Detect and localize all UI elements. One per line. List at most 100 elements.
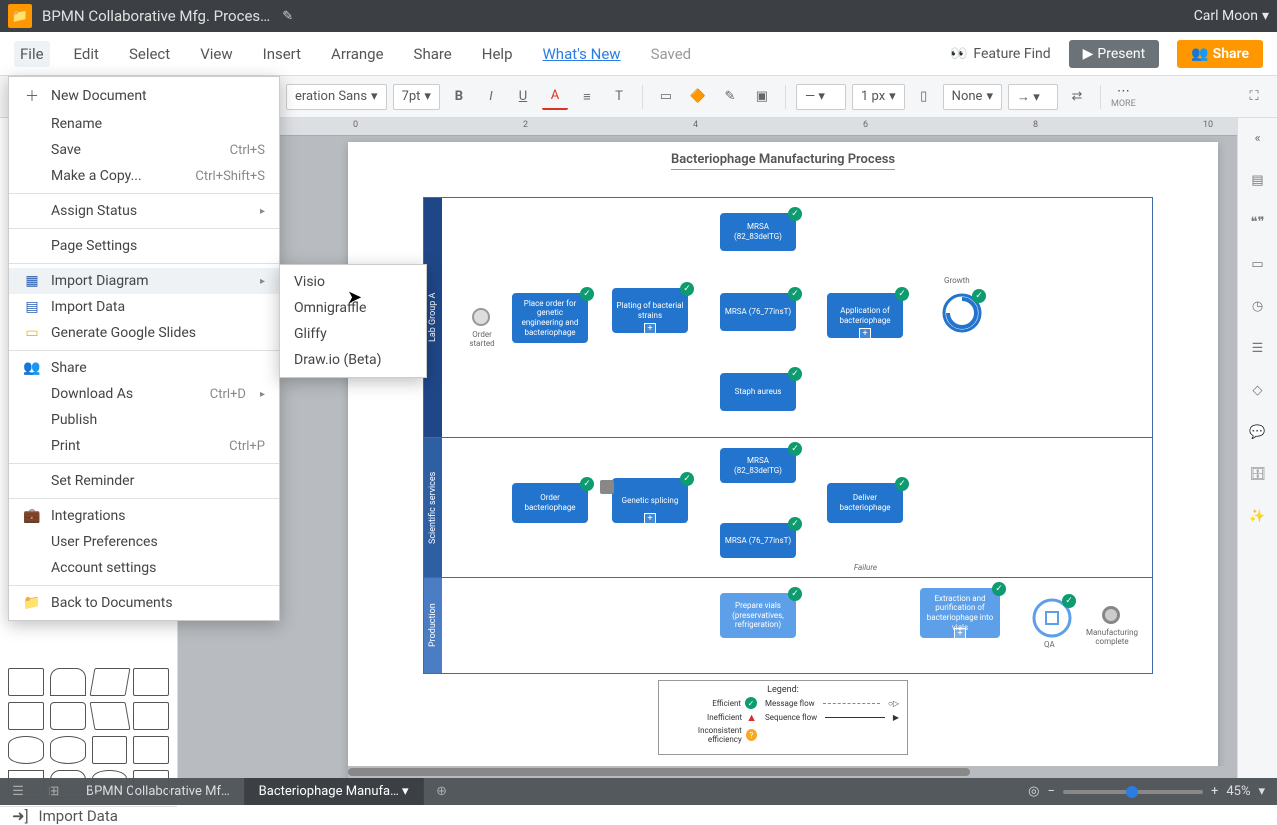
page-tab-2[interactable]: Bacteriophage Manufa… ▾ — [245, 778, 424, 805]
menu-save[interactable]: SaveCtrl+S — [9, 137, 279, 163]
line-options-button[interactable]: ▯ — [911, 84, 937, 110]
zoom-slider[interactable] — [1063, 790, 1203, 794]
menu-user-prefs[interactable]: User Preferences — [9, 529, 279, 555]
line-color-button[interactable]: ✎ — [717, 84, 743, 110]
menu-import-diagram[interactable]: ▦Import Diagram▸ — [9, 268, 279, 294]
layers-icon[interactable]: ☰ — [1246, 336, 1270, 360]
chat-icon[interactable]: 💬 — [1246, 420, 1270, 444]
text-options-button[interactable]: T — [606, 84, 632, 110]
task-mrsa-1[interactable]: MRSA (82_83delTG)✓ — [720, 213, 796, 251]
annotation-icon[interactable] — [600, 480, 614, 494]
task-staph[interactable]: Staph aureus✓ — [720, 373, 796, 411]
menu-make-copy[interactable]: Make a Copy...Ctrl+Shift+S — [9, 163, 279, 189]
swap-ends-button[interactable]: ⇄ — [1064, 84, 1090, 110]
task-application[interactable]: Application of bacteriophage+✓ — [827, 293, 903, 338]
user-menu[interactable]: Carl Moon ▾ — [1194, 8, 1269, 24]
shape-thumb[interactable] — [50, 668, 86, 696]
menu-edit[interactable]: Edit — [68, 41, 105, 67]
collapse-icon[interactable]: « — [1246, 126, 1270, 150]
menu-download-as[interactable]: Download AsCtrl+D▸ — [9, 381, 279, 407]
italic-button[interactable]: I — [478, 84, 504, 110]
task-extraction[interactable]: Extraction and purification of bacteriop… — [920, 588, 1000, 638]
arrow-start-selector[interactable]: None ▾ — [943, 84, 1002, 110]
growth-event[interactable]: ✓ — [942, 293, 982, 333]
shape-thumb[interactable] — [50, 702, 86, 730]
shape-thumb[interactable] — [8, 668, 44, 696]
start-event[interactable] — [472, 308, 490, 326]
menu-integrations[interactable]: 💼Integrations — [9, 503, 279, 529]
shape-style-button[interactable]: ▭ — [653, 84, 679, 110]
menu-page-settings[interactable]: Page Settings — [9, 233, 279, 259]
share-button[interactable]: 👥 Share — [1177, 40, 1263, 68]
menu-view[interactable]: View — [194, 41, 238, 67]
menu-import-data[interactable]: ▤Import Data — [9, 294, 279, 320]
task-mrsa-3[interactable]: MRSA (82_83delTG)✓ — [720, 448, 796, 483]
menu-insert[interactable]: Insert — [257, 41, 307, 67]
shape-thumb[interactable] — [89, 668, 130, 696]
line-width-selector[interactable]: 1 px ▾ — [852, 84, 905, 110]
page[interactable]: Bacteriophage Manufacturing Process Lab … — [348, 142, 1218, 778]
shape-thumb[interactable] — [133, 668, 169, 696]
task-order-bacteriophage[interactable]: Order bacteriophage✓ — [512, 483, 588, 523]
submenu-visio[interactable]: Visio — [280, 269, 426, 295]
end-event[interactable] — [1102, 606, 1120, 624]
arrow-end-selector[interactable]: → ▾ — [1008, 84, 1058, 110]
zoom-fit-icon[interactable]: ◎ — [1028, 784, 1039, 799]
shape-thumb[interactable] — [50, 736, 86, 764]
menu-generate-slides[interactable]: ▭Generate Google Slides — [9, 320, 279, 346]
font-selector[interactable]: eration Sans ▾ — [286, 84, 387, 110]
shape-thumb[interactable] — [92, 736, 128, 764]
submenu-drawio[interactable]: Draw.io (Beta) — [280, 347, 426, 373]
folder-icon[interactable]: 📁 — [8, 4, 32, 28]
history-icon[interactable]: ◷ — [1246, 294, 1270, 318]
more-tools-button[interactable]: ⋯MORE — [1111, 84, 1136, 109]
menu-back-to-docs[interactable]: 📁Back to Documents — [9, 590, 279, 616]
task-prepare-vials[interactable]: Prepare vials (preservatives, refrigerat… — [720, 593, 796, 638]
page-icon[interactable]: ▤ — [1246, 168, 1270, 192]
menu-whatsnew[interactable]: What's New — [537, 41, 627, 67]
fontsize-selector[interactable]: 7pt ▾ — [393, 84, 440, 110]
task-plating[interactable]: Plating of bacterial strains+✓ — [612, 288, 688, 333]
menu-assign-status[interactable]: Assign Status▸ — [9, 198, 279, 224]
menu-arrange[interactable]: Arrange — [325, 41, 389, 67]
shape-thumb[interactable] — [133, 702, 169, 730]
shape-thumb[interactable] — [133, 736, 169, 764]
shape-thumb[interactable] — [133, 770, 169, 798]
add-page-button[interactable]: ⊕ — [424, 778, 460, 805]
shape-thumb[interactable] — [92, 770, 128, 798]
shape-thumb[interactable] — [89, 702, 130, 730]
menu-publish[interactable]: Publish — [9, 407, 279, 433]
shape-options-button[interactable]: ▣ — [749, 84, 775, 110]
shape-thumb[interactable] — [8, 736, 44, 764]
bold-button[interactable]: B — [446, 84, 472, 110]
zoom-level[interactable]: 45% — [1226, 784, 1250, 799]
qa-event[interactable]: ✓ — [1032, 598, 1072, 638]
database-icon[interactable]: 🗄 — [1246, 462, 1270, 486]
fullscreen-button[interactable]: ⛶ — [1241, 84, 1267, 110]
menu-print[interactable]: PrintCtrl+P — [9, 433, 279, 459]
feature-find[interactable]: 👀Feature Find — [950, 46, 1051, 62]
line-style-selector[interactable]: — ▾ — [796, 84, 846, 110]
menu-select[interactable]: Select — [123, 41, 176, 67]
shape-thumb[interactable] — [50, 770, 86, 798]
zoom-in-button[interactable]: + — [1211, 784, 1218, 799]
data-icon[interactable]: ◇ — [1246, 378, 1270, 402]
magic-icon[interactable]: ✨ — [1246, 504, 1270, 528]
shape-thumb[interactable] — [8, 702, 44, 730]
submenu-omnigraffle[interactable]: Omnigraffle — [280, 295, 426, 321]
horizontal-scrollbar[interactable] — [348, 768, 970, 776]
task-place-order[interactable]: Place order for genetic engineering and … — [512, 293, 588, 343]
underline-button[interactable]: U — [510, 84, 536, 110]
align-button[interactable]: ≡ — [574, 84, 600, 110]
menu-help[interactable]: Help — [476, 41, 519, 67]
task-genetic-splicing[interactable]: Genetic splicing+✓ — [612, 478, 688, 523]
menu-new-document[interactable]: ＋New Document — [9, 81, 279, 111]
canvas[interactable]: 0246810 Bacteriophage Manufacturing Proc… — [178, 118, 1237, 778]
shape-thumb[interactable] — [8, 770, 44, 798]
task-mrsa-4[interactable]: MRSA (76_77insT)✓ — [720, 523, 796, 558]
present-icon[interactable]: ▭ — [1246, 252, 1270, 276]
rename-icon[interactable]: ✎ — [282, 9, 293, 24]
menu-rename[interactable]: Rename — [9, 111, 279, 137]
document-title[interactable]: BPMN Collaborative Mfg. Proces… — [42, 7, 270, 25]
submenu-gliffy[interactable]: Gliffy — [280, 321, 426, 347]
